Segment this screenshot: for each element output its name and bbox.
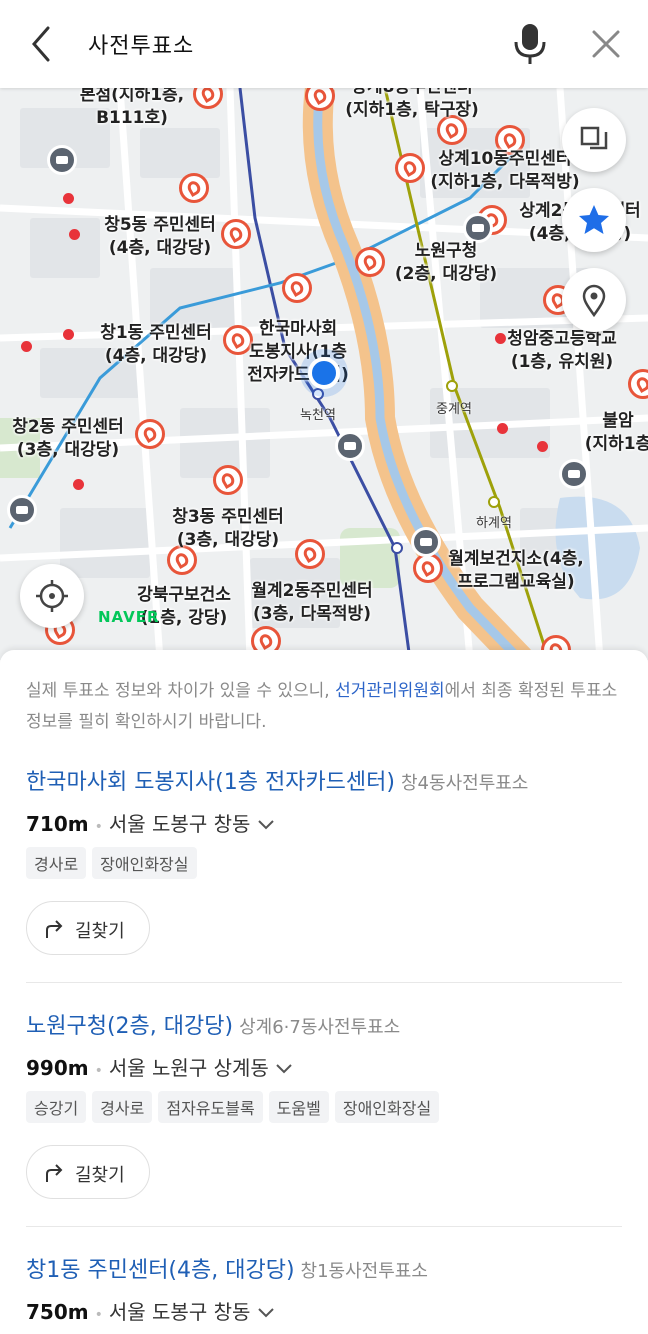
result-item[interactable]: 창1동 주민센터(4층, 대강당) 창1동사전투표소 750m • 서울 도봉구 창동 xyxy=(26,1252,622,1325)
cctv-icon xyxy=(559,459,589,489)
poi-dot xyxy=(69,229,80,240)
favorites-button[interactable] xyxy=(562,188,626,252)
result-distance: 710m xyxy=(26,812,89,836)
search-query[interactable]: 사전투표소 xyxy=(88,28,194,60)
polling-place-pin[interactable] xyxy=(295,539,325,569)
directions-button[interactable]: 길찾기 xyxy=(26,1145,150,1199)
turn-arrow-icon xyxy=(46,920,63,938)
map-label: 노원구청 (2층, 대강당) xyxy=(394,241,498,284)
map-label: 월계보건지소(4층, 프로그램교육실) xyxy=(448,549,584,592)
poi-dot xyxy=(497,423,508,434)
layers-icon xyxy=(580,126,608,150)
polling-place-pin[interactable] xyxy=(135,419,165,449)
result-address[interactable]: 서울 도봉구 창동 xyxy=(109,1300,251,1324)
facility-tag: 장애인화장실 xyxy=(92,847,197,879)
poi-dot xyxy=(63,329,74,340)
result-district: 창4동사전투표소 xyxy=(401,773,529,794)
separator-dot: • xyxy=(94,819,103,835)
naver-watermark: NAVER xyxy=(98,608,160,626)
polling-place-pin[interactable] xyxy=(395,153,425,183)
chevron-down-icon[interactable] xyxy=(257,819,275,831)
directions-label: 길찾기 xyxy=(75,921,125,942)
poi-dot xyxy=(495,333,506,344)
search-bar: 사전투표소 xyxy=(0,0,648,88)
polling-place-pin[interactable] xyxy=(413,553,443,583)
polling-place-pin[interactable] xyxy=(221,219,251,249)
cctv-icon xyxy=(335,431,365,461)
result-distance: 750m xyxy=(26,1300,89,1324)
divider xyxy=(26,982,622,983)
divider xyxy=(26,1226,622,1227)
poi-dot xyxy=(21,341,32,352)
facility-tag: 점자유도블록 xyxy=(158,1091,263,1123)
facility-tag: 경사로 xyxy=(26,847,87,879)
locate-me-button[interactable] xyxy=(20,564,84,628)
map-label: 창3동 주민센터 (3층, 대강당) xyxy=(172,507,284,550)
facility-tag: 도움벨 xyxy=(268,1091,329,1123)
cctv-icon xyxy=(47,145,77,175)
result-title[interactable]: 창1동 주민센터(4층, 대강당) xyxy=(26,1258,295,1283)
map-pin-icon xyxy=(582,284,606,318)
result-item[interactable]: 노원구청(2층, 대강당) 상계6·7동사전투표소 990m • 서울 노원구 상계동… xyxy=(26,1008,622,1199)
map-label: 상계10동주민센터 (지하1층, 다목적방) xyxy=(430,149,580,192)
polling-place-pin[interactable] xyxy=(355,247,385,277)
microphone-icon[interactable] xyxy=(508,20,552,68)
directions-label: 길찾기 xyxy=(75,1165,125,1186)
polling-place-pin[interactable] xyxy=(213,465,243,495)
map-label: 창5동 주민센터 (4층, 대강당) xyxy=(104,215,216,258)
map-label: 상계8동주민센터(지하1층, 탁구장) xyxy=(345,88,479,120)
result-address[interactable]: 서울 도봉구 창동 xyxy=(109,812,251,836)
poi-dot xyxy=(537,441,548,452)
station-label: 중계역 xyxy=(436,402,472,417)
current-location-marker xyxy=(308,357,340,389)
map-label: 청암중고등학교 (1층, 유치원) xyxy=(507,329,617,372)
chevron-down-icon[interactable] xyxy=(275,1063,293,1075)
facility-tag: 승강기 xyxy=(26,1091,87,1123)
crosshair-icon xyxy=(36,580,68,612)
back-arrow-icon[interactable] xyxy=(22,22,62,66)
map-label: 월계2동주민센터 (3층, 다목적방) xyxy=(251,581,373,624)
polling-place-pin[interactable] xyxy=(179,173,209,203)
poi-dot xyxy=(73,479,84,490)
result-title[interactable]: 노원구청(2층, 대강당) xyxy=(26,1014,233,1039)
result-district: 창1동사전투표소 xyxy=(300,1261,428,1282)
result-address[interactable]: 서울 노원구 상계동 xyxy=(109,1056,269,1080)
chevron-down-icon[interactable] xyxy=(257,1307,275,1319)
layers-button[interactable] xyxy=(562,108,626,172)
map-label: 본점(지하1층, B111호) xyxy=(79,88,185,128)
notice-text: 실제 투표소 정보와 차이가 있을 수 있으니, 선거관리위원회에서 최종 확정… xyxy=(26,681,618,732)
map-view[interactable]: 본점(지하1층,B111호) 상계8동주민센터(지하1층, 탁구장) 상계10동… xyxy=(0,88,648,660)
result-district: 상계6·7동사전투표소 xyxy=(239,1017,401,1038)
results-sheet: 실제 투표소 정보와 차이가 있을 수 있으니, 선거관리위원회에서 최종 확정… xyxy=(0,650,648,1334)
cctv-icon xyxy=(411,527,441,557)
close-icon[interactable] xyxy=(586,24,626,64)
result-title[interactable]: 한국마사회 도봉지사(1층 전자카드센터) xyxy=(26,770,395,795)
election-commission-link[interactable]: 선거관리위원회 xyxy=(335,681,444,701)
place-marker-button[interactable] xyxy=(562,268,626,332)
cctv-icon xyxy=(463,213,493,243)
facility-tag: 장애인화장실 xyxy=(334,1091,440,1123)
poi-dot xyxy=(63,193,74,204)
directions-button[interactable]: 길찾기 xyxy=(26,901,150,955)
polling-place-pin[interactable] xyxy=(282,273,312,303)
result-item[interactable]: 한국마사회 도봉지사(1층 전자카드센터) 창4동사전투표소 710m • 서울 도봉… xyxy=(26,764,622,955)
station-label: 녹천역 xyxy=(300,408,336,423)
separator-dot: • xyxy=(94,1307,103,1323)
map-label: 창1동 주민센터 (4층, 대강당) xyxy=(100,323,212,366)
station-label: 하계역 xyxy=(476,516,512,531)
cctv-icon xyxy=(7,495,37,525)
separator-dot: • xyxy=(94,1063,103,1079)
map-label: 불암 (지하1층 xyxy=(584,411,648,454)
map-label: 창2동 주민센터 (3층, 대강당) xyxy=(12,417,124,460)
star-icon xyxy=(579,205,609,234)
turn-arrow-icon xyxy=(46,1164,63,1182)
facility-tag: 경사로 xyxy=(92,1091,153,1123)
result-distance: 990m xyxy=(26,1056,89,1080)
